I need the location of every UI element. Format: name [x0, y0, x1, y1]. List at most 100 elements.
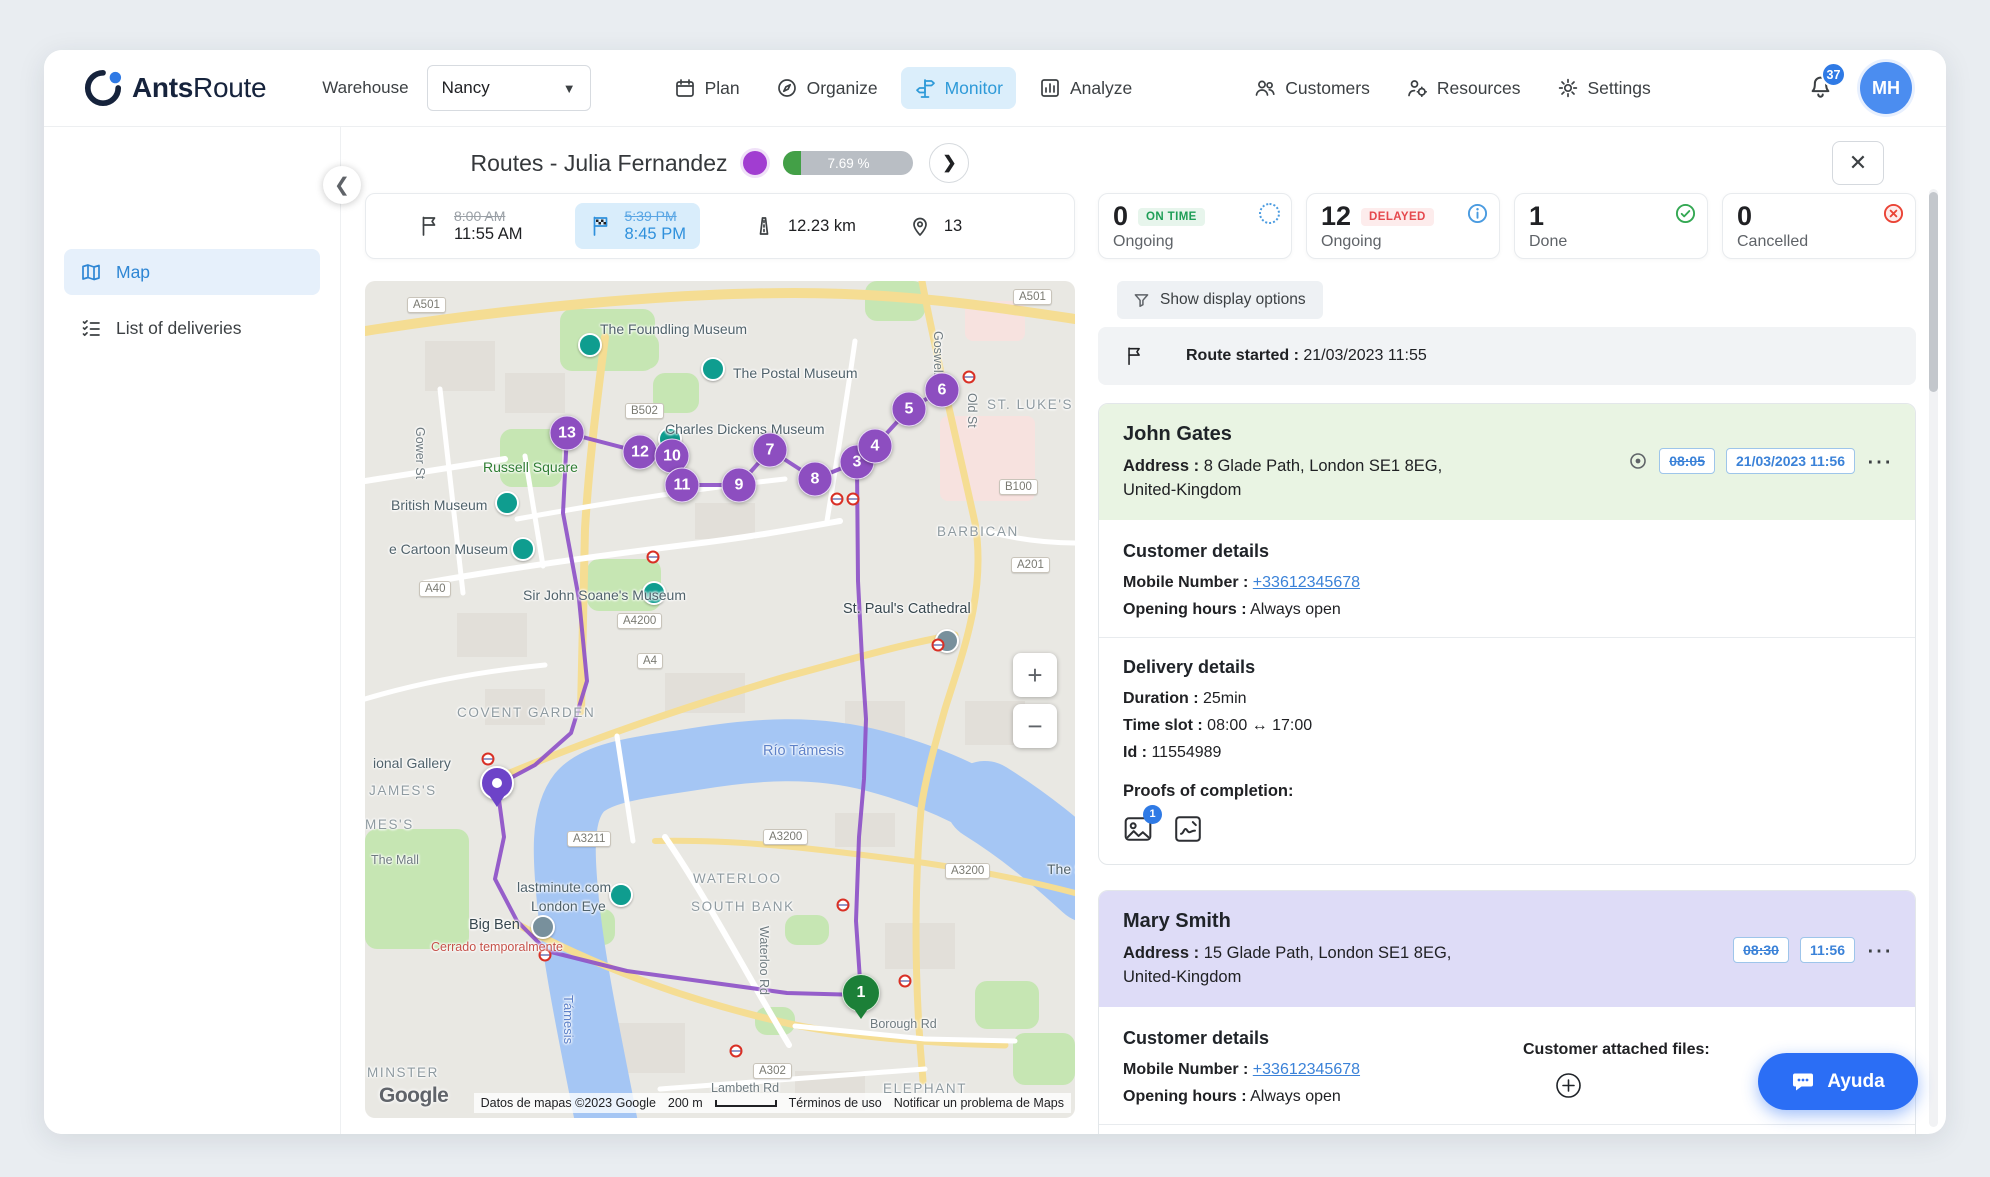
nav-item-customers[interactable]: Customers: [1241, 67, 1383, 109]
route-stop-marker-4[interactable]: 4: [858, 429, 893, 464]
customer-address: Address : 8 Glade Path, London SE1 8EG, …: [1123, 455, 1603, 503]
notifications-count-badge: 37: [1821, 62, 1846, 87]
route-stop-marker-13[interactable]: 13: [550, 416, 585, 451]
signpost-icon: [914, 77, 936, 99]
delivery-card-john-gates[interactable]: John Gates Address : 8 Glade Path, Londo…: [1098, 403, 1916, 865]
nav-label: Settings: [1588, 78, 1651, 99]
route-progress-bar: 7.69 %: [783, 151, 913, 175]
more-options-icon[interactable]: ⋯: [1866, 945, 1893, 955]
customer-name: Mary Smith: [1123, 910, 1891, 933]
map-icon: [80, 261, 102, 283]
notifications-button[interactable]: 37: [1807, 72, 1834, 104]
more-options-icon[interactable]: ⋯: [1866, 456, 1893, 466]
route-stop-marker-5[interactable]: 5: [892, 392, 927, 427]
position-marker[interactable]: [480, 766, 514, 800]
route-stop-marker-8[interactable]: 8: [798, 462, 833, 497]
sidebar-map-label: Map: [116, 262, 150, 283]
delivery-card-body: Customer details Mobile Number : +336123…: [1099, 520, 1915, 864]
cancelled-label: Cancelled: [1737, 233, 1901, 251]
delivery-card-header: John Gates Address : 8 Glade Path, Londo…: [1099, 404, 1915, 520]
nav-item-analyze[interactable]: Analyze: [1026, 67, 1145, 109]
nav-label: Plan: [705, 78, 740, 99]
zoom-out-button[interactable]: −: [1013, 704, 1057, 748]
stat-stops: 13: [908, 214, 962, 238]
route-stop-marker-7[interactable]: 7: [753, 433, 788, 468]
zoom-in-button[interactable]: +: [1013, 653, 1057, 697]
nav-label: Monitor: [945, 78, 1003, 99]
brand-logo[interactable]: AntsRoute: [84, 69, 266, 107]
sidebar-collapse-button[interactable]: ❮: [323, 166, 361, 204]
route-stats-bar: 8:00 AM 11:55 AM 5:39 PM 8:45 PM 12.23 k…: [365, 193, 1075, 259]
map-markers: 1312101197834561: [365, 281, 1075, 1118]
route-color-dot: [743, 151, 767, 175]
sidebar-item-map[interactable]: Map: [64, 249, 320, 295]
actual-end-time: 8:45 PM: [625, 225, 686, 245]
info-icon: [1467, 203, 1488, 224]
nav-item-plan[interactable]: Plan: [661, 67, 753, 109]
customer-attached-files: Customer attached files:: [1523, 1041, 1710, 1104]
help-button[interactable]: Ayuda: [1758, 1053, 1918, 1110]
warehouse-label: Warehouse: [322, 78, 408, 98]
photo-proof-button[interactable]: 1: [1123, 814, 1153, 844]
nav-item-resources[interactable]: Resources: [1393, 67, 1534, 109]
gear-icon: [1557, 77, 1579, 99]
checklist-icon: [80, 317, 102, 339]
report-problem-link[interactable]: Notificar un problema de Maps: [894, 1096, 1064, 1110]
nav-item-organize[interactable]: Organize: [763, 67, 891, 109]
delayed-badge: DELAYED: [1361, 208, 1434, 226]
stops-count: 13: [944, 217, 962, 236]
route-stop-marker-9[interactable]: 9: [722, 468, 757, 503]
next-route-button[interactable]: ❯: [929, 143, 969, 183]
user-avatar[interactable]: MH: [1860, 62, 1912, 114]
add-attachment-button[interactable]: [1555, 1072, 1582, 1099]
map-canvas[interactable]: The Foundling MuseumThe Postal MuseumCha…: [365, 281, 1075, 1118]
id-row: Id : 11554989: [1123, 744, 1891, 762]
antsroute-logo-icon: [84, 69, 122, 107]
delivery-controls: 08:05 21/03/2023 11:56 ⋯: [1628, 448, 1893, 474]
route-header: Routes - Julia Fernandez 7.69 % ❯: [365, 137, 1075, 189]
app-window: AntsRoute Warehouse Nancy ▼ Plan Organiz…: [44, 50, 1946, 1134]
status-card-ontime: 0 ON TIME Ongoing: [1098, 193, 1292, 259]
warehouse-select[interactable]: Nancy ▼: [427, 65, 591, 111]
calendar-icon: [674, 77, 696, 99]
main-area: Routes - Julia Fernandez 7.69 % ❯ ✕ 8:00…: [341, 127, 1946, 1134]
spinner-icon: [1259, 203, 1280, 224]
people-icon: [1254, 77, 1276, 99]
ontime-label: Ongoing: [1113, 233, 1277, 251]
cancelled-count: 0: [1737, 203, 1752, 230]
phone-link[interactable]: +33612345678: [1253, 1061, 1360, 1078]
terms-link[interactable]: Términos de uso: [789, 1096, 882, 1110]
locate-target-icon[interactable]: [1628, 451, 1648, 471]
ontime-count: 0: [1113, 203, 1128, 230]
attached-files-label: Customer attached files:: [1523, 1041, 1710, 1059]
opening-hours-row: Opening hours : Always open: [1123, 601, 1891, 619]
planned-time-badge: 08:05: [1659, 448, 1715, 474]
status-card-delayed: 12 DELAYED Ongoing: [1306, 193, 1500, 259]
route-stop-marker-11[interactable]: 11: [665, 468, 700, 503]
delivery-controls: 08:30 11:56 ⋯: [1733, 937, 1893, 963]
phone-link[interactable]: +33612345678: [1253, 574, 1360, 591]
sidebar-item-list-of-deliveries[interactable]: List of deliveries: [64, 305, 320, 351]
show-display-options-button[interactable]: Show display options: [1117, 281, 1323, 319]
signature-proof-button[interactable]: [1173, 814, 1203, 844]
start-marker[interactable]: 1: [842, 974, 880, 1012]
delayed-label: Ongoing: [1321, 233, 1485, 251]
close-panel-button[interactable]: ✕: [1832, 141, 1884, 185]
top-navbar: AntsRoute Warehouse Nancy ▼ Plan Organiz…: [44, 50, 1946, 127]
warehouse-selected-value: Nancy: [442, 78, 490, 98]
map-attribution: Datos de mapas ©2023 Google 200 m Términ…: [474, 1093, 1071, 1113]
nav-item-monitor[interactable]: Monitor: [901, 67, 1016, 109]
status-cards: 0 ON TIME Ongoing 12 DELAYED Ongoing 1: [1098, 193, 1916, 259]
person-gear-icon: [1406, 77, 1428, 99]
main-nav: Plan Organize Monitor Analyze Customers …: [661, 67, 1664, 109]
route-stop-marker-6[interactable]: 6: [925, 373, 960, 408]
scrollbar-thumb[interactable]: [1929, 192, 1938, 392]
route-stop-marker-12[interactable]: 12: [623, 435, 658, 470]
actual-time-badge: 11:56: [1800, 937, 1855, 963]
nav-item-settings[interactable]: Settings: [1544, 67, 1664, 109]
status-card-done: 1 Done: [1514, 193, 1708, 259]
delivery-card-header: Mary Smith Address : 15 Glade Path, Lond…: [1099, 891, 1915, 1007]
display-options-label: Show display options: [1160, 291, 1306, 309]
help-label: Ayuda: [1827, 1071, 1884, 1093]
chart-icon: [1039, 77, 1061, 99]
